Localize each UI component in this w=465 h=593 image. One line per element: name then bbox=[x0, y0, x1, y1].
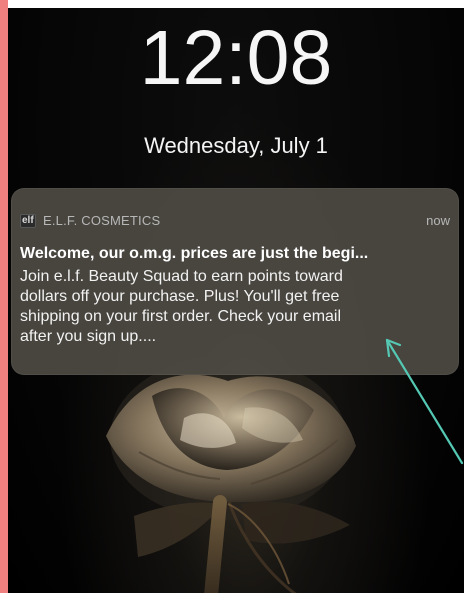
notification-body-line: dollars off your purchase. Plus! You'll … bbox=[20, 288, 340, 305]
notification-body-line: after you sign up.... bbox=[20, 328, 157, 345]
notification-card[interactable]: elf E.L.F. COSMETICS now Welcome, our o.… bbox=[11, 188, 459, 375]
lock-screen-time: 12:08 bbox=[139, 15, 333, 101]
notification-body-line: Join e.l.f. Beauty Squad to earn points … bbox=[20, 268, 343, 285]
app-icon-label: elf bbox=[22, 215, 34, 226]
screenshot-frame: 12:08 Wednesday, July 1 elf E.L.F. COSME… bbox=[0, 0, 465, 593]
notification-time: now bbox=[426, 213, 450, 228]
notification-header: elf E.L.F. COSMETICS now bbox=[11, 188, 459, 228]
lock-screen-date: Wednesday, July 1 bbox=[144, 133, 328, 158]
notification-body: Join e.l.f. Beauty Squad to earn points … bbox=[20, 267, 450, 347]
left-color-strip bbox=[0, 0, 8, 593]
elf-logo-icon: elf bbox=[20, 214, 36, 228]
notification-app-name: E.L.F. COSMETICS bbox=[43, 213, 161, 228]
notification-title: Welcome, our o.m.g. prices are just the … bbox=[20, 245, 369, 262]
notification-body-line: shipping on your first order. Check your… bbox=[20, 308, 342, 325]
phone-lock-screen: 12:08 Wednesday, July 1 elf E.L.F. COSME… bbox=[8, 8, 464, 593]
